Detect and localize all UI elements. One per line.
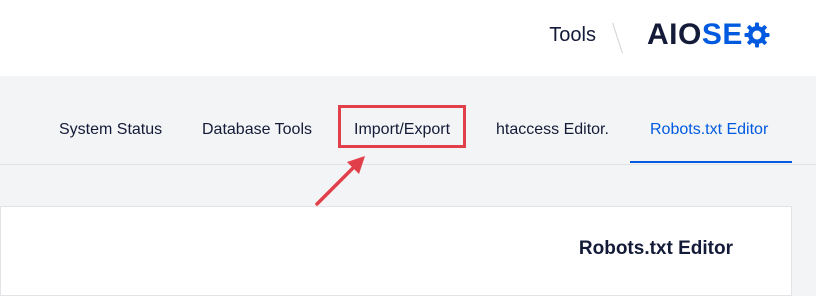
page-label: Tools [549, 24, 596, 46]
tab-database-tools[interactable]: Database Tools [202, 76, 312, 164]
active-tab-indicator [630, 161, 792, 163]
gear-icon [744, 22, 770, 48]
card-title: Robots.txt Editor [578, 238, 733, 259]
tab-system-status[interactable]: System Status [59, 76, 162, 164]
logo-text-seo: SE [702, 18, 770, 52]
tab-robots-txt-editor[interactable]: Robots.txt Editor [650, 76, 768, 164]
robots-editor-card: Robots.txt Editor [0, 206, 792, 296]
arrow-icon [315, 156, 365, 206]
aioseo-logo[interactable]: AIO SE [647, 17, 770, 53]
import-export-highlight [338, 105, 466, 148]
logo-text-aio: AIO [647, 18, 702, 51]
top-header: Tools AIO SE [0, 0, 816, 76]
header-divider [612, 22, 623, 54]
logo-text-se: SE [701, 18, 743, 51]
tab-htaccess-editor[interactable]: htaccess Editor. [496, 76, 609, 164]
